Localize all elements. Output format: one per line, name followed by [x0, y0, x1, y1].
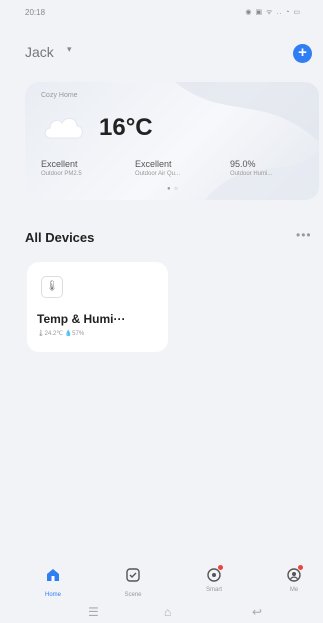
- chevron-down-icon[interactable]: ▾: [67, 44, 72, 55]
- status-time: 20:18: [25, 8, 46, 17]
- tab-label: Smart: [205, 587, 222, 593]
- temperature-value: 16°C: [99, 114, 153, 141]
- more-icon[interactable]: •••: [296, 228, 312, 242]
- thermometer-icon: 🌡: [41, 276, 63, 298]
- menu-icon[interactable]: ☰: [88, 605, 99, 619]
- weather-card[interactable]: Cozy Home 16°C Excellent Outdoor PM2.5 E…: [25, 82, 319, 200]
- card-background-waves: [175, 82, 319, 200]
- tab-label: Scene: [124, 592, 142, 598]
- stat-value: Excellent: [41, 159, 78, 169]
- tab-smart[interactable]: Smart: [194, 565, 234, 593]
- home-icon: [47, 569, 59, 581]
- stat-humidity: 95.0% Outdoor Humi...: [230, 159, 272, 177]
- tab-bar: Home Scene Smart Me: [0, 561, 323, 603]
- home-nav-icon[interactable]: ⌂: [164, 605, 171, 619]
- status-icons: ◉ ▣ ᯤ .. ◔ ▭: [245, 9, 301, 16]
- stat-air-quality: Excellent Outdoor Air Qu...: [135, 159, 180, 177]
- device-name: Temp & Humi···: [37, 312, 126, 326]
- tab-scene[interactable]: Scene: [113, 567, 153, 598]
- tab-home[interactable]: Home: [33, 567, 73, 598]
- add-device-button[interactable]: +: [293, 44, 312, 63]
- tab-label: Me: [289, 587, 299, 593]
- notification-dot: [298, 565, 303, 570]
- stat-value: Excellent: [135, 159, 172, 169]
- home-name: Cozy Home: [41, 92, 78, 99]
- stat-label: Outdoor PM2.5: [41, 171, 82, 177]
- home-selector[interactable]: Jack: [25, 44, 54, 60]
- stat-value: 95.0%: [230, 159, 256, 169]
- stat-label: Outdoor Air Qu...: [135, 171, 181, 177]
- notification-dot: [218, 565, 223, 570]
- system-nav-bar: ☰ ⌂ ↩: [0, 605, 323, 623]
- tab-me[interactable]: Me: [274, 565, 314, 593]
- tab-label: Home: [44, 592, 61, 598]
- status-bar: 20:18 ◉ ▣ ᯤ .. ◔ ▭: [0, 0, 323, 22]
- stat-pm25: Excellent Outdoor PM2.5: [41, 159, 82, 177]
- device-card[interactable]: 🌡 Temp & Humi··· 🌡24.2℃ 💧57%: [27, 262, 168, 352]
- header: Jack ▾ +: [0, 38, 323, 68]
- me-icon: [286, 565, 303, 583]
- section-title: All Devices: [25, 230, 95, 245]
- device-readings: 🌡24.2℃ 💧57%: [37, 331, 85, 337]
- stat-label: Outdoor Humi...: [230, 171, 273, 177]
- page-indicator: ● ○: [167, 186, 179, 192]
- smart-icon: [206, 565, 223, 583]
- back-icon[interactable]: ↩: [252, 605, 262, 619]
- scene-icon: [126, 568, 140, 582]
- cloud-icon: [44, 118, 83, 139]
